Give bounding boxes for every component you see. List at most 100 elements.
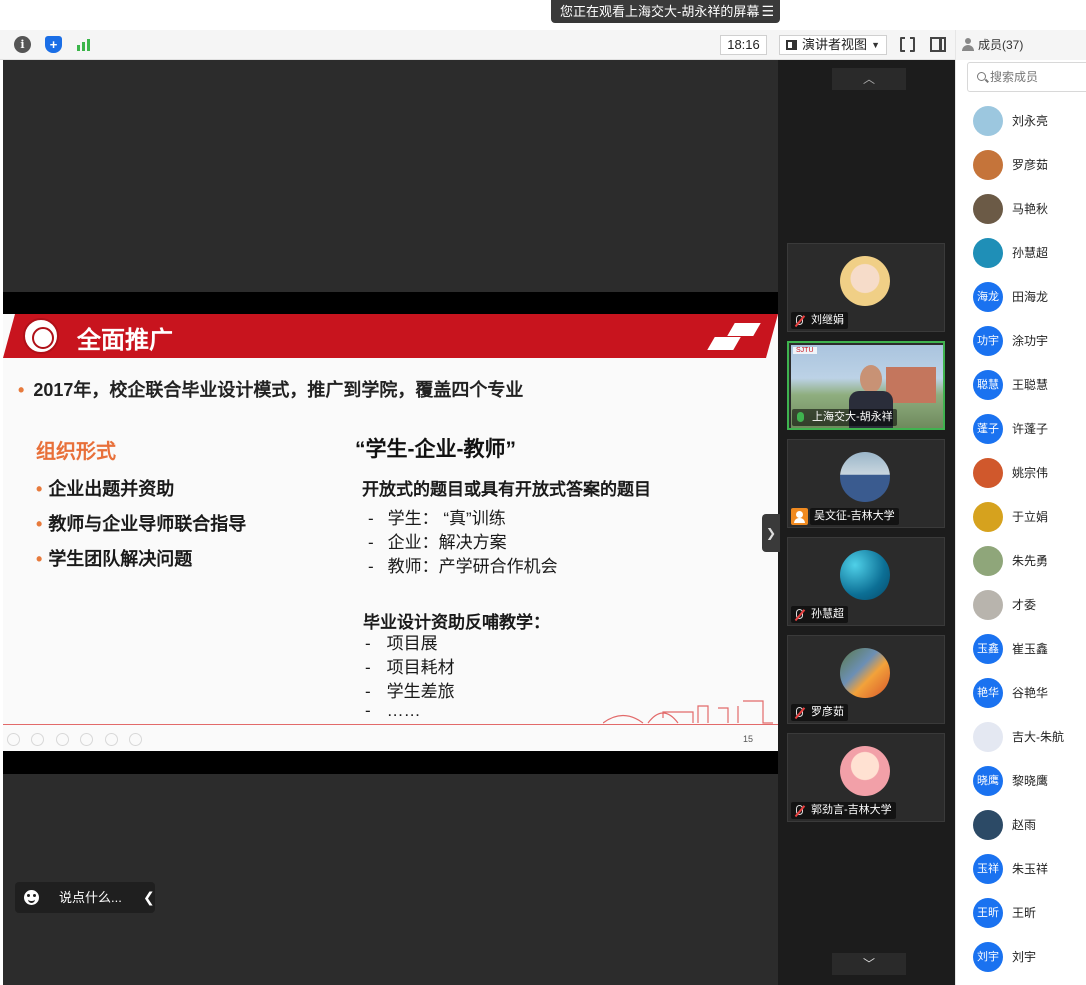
member-name: 王昕 — [1012, 906, 1037, 920]
list-item: 教师：产学研合作机会 — [368, 552, 558, 576]
video-tile-active-speaker[interactable]: SJTU 上海交大-胡永祥 — [787, 341, 945, 430]
member-row[interactable]: 马艳秋 — [973, 194, 1083, 226]
building-shape — [886, 367, 936, 403]
search-icon — [977, 72, 986, 81]
chevron-left-icon[interactable]: ❮ — [143, 882, 155, 913]
info-icon[interactable]: i — [14, 36, 31, 53]
participant-name: 刘继娟 — [811, 314, 844, 326]
member-row[interactable]: 罗彦茹 — [973, 150, 1083, 182]
list-item: 学生团队解决问题 — [36, 545, 246, 580]
member-avatar — [973, 194, 1003, 224]
mic-muted-icon — [796, 805, 803, 815]
member-name: 姚宗伟 — [1012, 466, 1049, 480]
slide-headline: 2017年，校企联合毕业设计模式，推广到学院，覆盖四个专业 — [18, 376, 523, 402]
slide-emblem-icon — [705, 323, 761, 351]
fullscreen-icon[interactable] — [900, 36, 915, 53]
meeting-window: 您正在观看上海交大-胡永祥的屏幕 ☰ i + 18:16 演讲者视图 ▼ 全面推… — [0, 0, 1086, 985]
scroll-up-button[interactable]: ︿ — [832, 68, 906, 90]
video-tile[interactable]: 郭劲言-吉林大学 — [787, 733, 945, 822]
video-tile-label: 吴文征-吉林大学 — [810, 508, 899, 525]
video-tile[interactable]: 孙慧超 — [787, 537, 945, 626]
meeting-toolbar: i + 18:16 演讲者视图 ▼ — [0, 30, 955, 60]
member-avatar — [973, 502, 1003, 532]
members-header: 成员(37) — [956, 30, 1086, 60]
member-avatar: 王昕 — [973, 898, 1003, 928]
member-avatar: 玉鑫 — [973, 634, 1003, 664]
member-row[interactable]: 玉鑫 崔玉鑫 — [973, 634, 1083, 666]
member-name: 田海龙 — [1012, 290, 1049, 304]
slide-controls[interactable] — [7, 733, 149, 751]
sidebar-toggle-icon[interactable] — [930, 37, 946, 52]
member-row[interactable]: 于立娟 — [973, 502, 1083, 534]
slide-title: 全面推广 — [77, 327, 173, 354]
list-item: 企业出题并资助 — [36, 475, 246, 510]
network-signal-icon[interactable] — [75, 36, 93, 53]
letterbox-bottom — [3, 751, 778, 774]
video-tile[interactable]: 刘继娟 — [787, 243, 945, 332]
screen-share-banner[interactable]: 您正在观看上海交大-胡永祥的屏幕 ☰ — [551, 0, 780, 23]
member-row[interactable]: 蓬子 许蓬子 — [973, 414, 1083, 446]
member-row[interactable]: 赵雨 — [973, 810, 1083, 842]
chevron-right-icon: ❯ — [765, 526, 777, 540]
member-row[interactable]: 晓鹰 黎晓鹰 — [973, 766, 1083, 798]
scroll-down-button[interactable]: ﹀ — [832, 953, 906, 975]
member-row[interactable]: 玉祥 朱玉祥 — [973, 854, 1083, 886]
organization-list: 企业出题并资助 教师与企业导师联合指导 学生团队解决问题 — [36, 475, 246, 580]
member-name: 朱玉祥 — [1012, 862, 1049, 876]
shield-icon[interactable]: + — [45, 36, 62, 53]
member-row[interactable]: 姚宗伟 — [973, 458, 1083, 490]
list-item: 学生： “真”训练 — [368, 504, 558, 528]
emoji-icon[interactable] — [24, 890, 39, 905]
list-item: 项目展 — [365, 629, 455, 653]
member-row[interactable]: 孙慧超 — [973, 238, 1083, 270]
chat-placeholder[interactable]: 说点什么... — [59, 882, 122, 913]
member-avatar — [973, 590, 1003, 620]
chevron-down-icon: ﹀ — [862, 957, 875, 971]
member-name: 朱先勇 — [1012, 554, 1049, 568]
member-search[interactable] — [967, 62, 1086, 92]
member-avatar — [973, 722, 1003, 752]
video-tile[interactable]: 罗彦茹 — [787, 635, 945, 724]
member-row[interactable]: 吉大-朱航 — [973, 722, 1083, 754]
list-item: 企业：解决方案 — [368, 528, 558, 552]
participant-avatar — [840, 452, 890, 502]
video-tile-label: 孙慧超 — [791, 606, 848, 623]
member-name: 崔玉鑫 — [1012, 642, 1049, 656]
member-avatar — [973, 150, 1003, 180]
member-row[interactable]: 海龙 田海龙 — [973, 282, 1083, 314]
next-slide-icon[interactable] — [31, 733, 45, 746]
menu-icon[interactable]: ☰ — [761, 0, 774, 23]
member-row[interactable]: 刘永亮 — [973, 106, 1083, 138]
member-row[interactable]: 朱先勇 — [973, 546, 1083, 578]
member-avatar — [973, 810, 1003, 840]
previous-slide-icon[interactable] — [7, 733, 20, 746]
member-avatar — [973, 546, 1003, 576]
member-avatar — [973, 458, 1003, 488]
member-row[interactable]: 刘宇 刘宇 — [973, 942, 1083, 974]
layout-icon — [786, 40, 797, 50]
member-row[interactable]: 艳华 谷艳华 — [973, 678, 1083, 710]
meeting-timer: 18:16 — [720, 35, 767, 55]
member-row[interactable]: 王昕 王昕 — [973, 898, 1083, 930]
video-tile[interactable]: 吴文征-吉林大学 — [787, 439, 945, 528]
collapse-gallery-button[interactable]: ❯ — [762, 514, 780, 552]
view-mode-select[interactable]: 演讲者视图 ▼ — [779, 35, 887, 55]
role-list: 学生： “真”训练 企业：解决方案 教师：产学研合作机会 — [368, 504, 558, 576]
more-icon[interactable] — [129, 733, 143, 746]
member-search-input[interactable] — [990, 68, 1086, 86]
members-panel: 成员(37) 刘永亮罗彦茹马艳秋孙慧超海龙田海龙功宇涂功宇聪慧王聪慧蓬子许蓬子姚… — [955, 30, 1086, 985]
participant-name: 罗彦茹 — [811, 706, 844, 718]
zoom-icon[interactable] — [104, 733, 118, 746]
member-row[interactable]: 功宇 涂功宇 — [973, 326, 1083, 358]
pen-icon[interactable] — [55, 733, 69, 746]
member-row[interactable]: 才委 — [973, 590, 1083, 622]
member-row[interactable]: 聪慧 王聪慧 — [973, 370, 1083, 402]
mic-active-icon — [797, 412, 804, 422]
member-name: 才委 — [1012, 598, 1037, 612]
letterbox-top — [3, 292, 778, 314]
list-item: …… — [365, 701, 455, 725]
slides-icon[interactable] — [80, 733, 94, 746]
chat-input-pill[interactable]: 说点什么... ❮ — [15, 882, 155, 913]
member-name: 赵雨 — [1012, 818, 1037, 832]
chevron-up-icon: ︿ — [862, 72, 875, 86]
